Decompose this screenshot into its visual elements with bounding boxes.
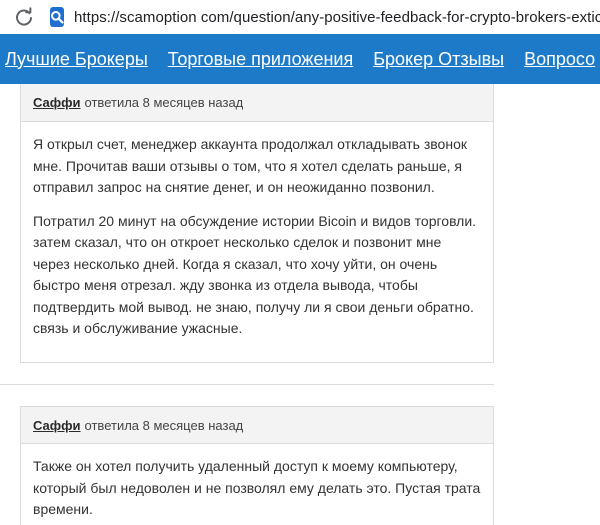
answer-header: Саффи ответила 8 месяцев назад [21, 407, 493, 444]
answer-body: Также он хотел получить удаленный доступ… [21, 444, 493, 525]
reload-icon[interactable] [14, 5, 34, 29]
answer-card: Саффи ответила 8 месяцев назад Я открыл … [20, 84, 494, 363]
site-info-icon[interactable] [50, 7, 64, 27]
answer-author-link[interactable]: Саффи [33, 418, 81, 433]
nav-item-broker-reviews[interactable]: Брокер Отзывы [373, 49, 504, 70]
url-field[interactable]: https://scamoption com/question/any-posi… [74, 9, 600, 26]
browser-address-bar: https://scamoption com/question/any-posi… [0, 0, 600, 34]
nav-item-trading-apps[interactable]: Торговые приложения [168, 49, 353, 70]
answer-body: Я открыл счет, менеджер аккаунта продолж… [21, 122, 493, 354]
answer-paragraph: Также он хотел получить удаленный доступ… [33, 458, 481, 517]
divider [0, 384, 494, 385]
answer-paragraph: Потратил 20 минут на обсуждение истории … [33, 212, 477, 337]
main-nav: Лучшие Брокеры Торговые приложения Броке… [0, 34, 600, 84]
answer-card: Саффи ответила 8 месяцев назад Также он … [20, 406, 494, 525]
nav-item-best-brokers[interactable]: Лучшие Брокеры [5, 49, 148, 70]
answer-meta: ответила 8 месяцев назад [84, 95, 244, 110]
answer-author-link[interactable]: Саффи [33, 95, 81, 110]
answer-header: Саффи ответила 8 месяцев назад [21, 84, 493, 122]
nav-item-questions[interactable]: Вопросо [524, 49, 595, 70]
answer-paragraph: Я открыл счет, менеджер аккаунта продолж… [33, 136, 467, 195]
answer-meta: ответила 8 месяцев назад [84, 417, 244, 433]
